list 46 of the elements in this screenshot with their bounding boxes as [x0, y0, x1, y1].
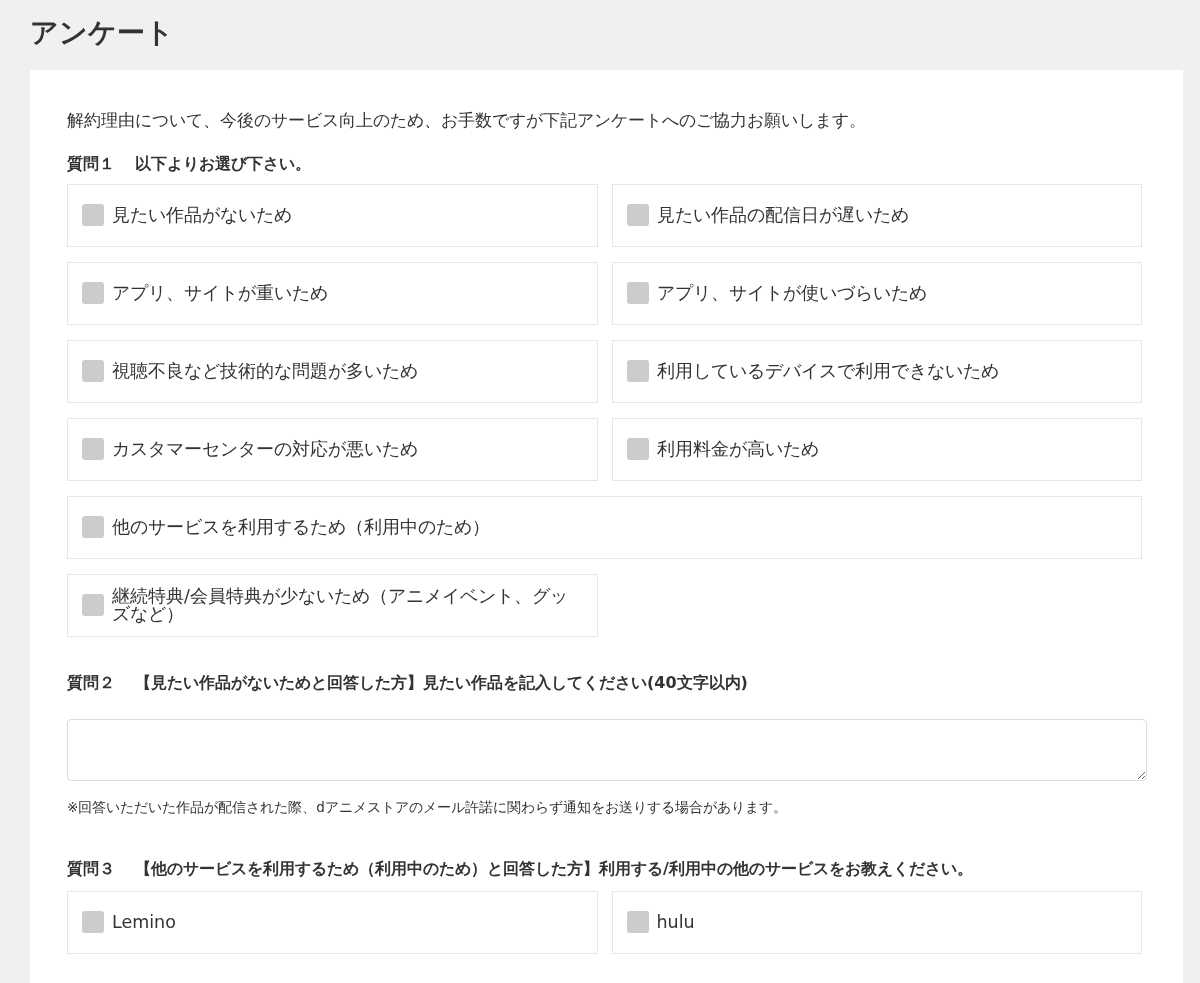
checkbox[interactable]	[82, 204, 104, 226]
answer-option[interactable]: 利用しているデバイスで利用できないため	[611, 339, 1142, 403]
option-label: hulu	[656, 913, 695, 932]
question-text: 【見たい作品がないためと回答した方】見たい作品を記入してください(40文字以内)	[135, 671, 748, 694]
answer-option[interactable]: 利用料金が高いため	[611, 417, 1142, 481]
answer-option[interactable]: アプリ、サイトが重いため	[67, 261, 598, 325]
checkbox[interactable]	[626, 204, 649, 226]
checkbox[interactable]	[626, 438, 649, 460]
option-label: 利用しているデバイスで利用できないため	[656, 362, 999, 380]
option-label: 見たい作品の配信日が遅いため	[656, 206, 909, 224]
option-label: 見たい作品がないため	[112, 206, 292, 224]
note-text: ※回答いただいた作品が配信された際、dアニメストアのメール許諾に関わらず通知をお送りする場合があります。	[67, 797, 788, 817]
checkbox[interactable]	[626, 282, 649, 304]
option-label: アプリ、サイトが重いため	[112, 284, 328, 302]
option-label: アプリ、サイトが使いづらいため	[656, 284, 927, 302]
answer-option[interactable]: hulu	[611, 890, 1142, 954]
question-text: 以下よりお選び下さい。	[135, 152, 311, 175]
answer-option[interactable]: 他のサービスを利用するため（利用中のため）	[67, 495, 1142, 559]
answer-option[interactable]: アプリ、サイトが使いづらいため	[611, 261, 1142, 325]
checkbox[interactable]	[82, 438, 104, 460]
checkbox[interactable]	[626, 911, 649, 934]
question-text: 【他のサービスを利用するため（利用中のため）と回答した方】利用する/利用中の他のサービスをお教えください。	[135, 857, 973, 880]
answer-field[interactable]	[67, 718, 1147, 781]
answer-option[interactable]: カスタマーセンターの対応が悪いため	[67, 417, 598, 481]
page-title: アンケート	[30, 15, 175, 51]
answer-option[interactable]: 見たい作品がないため	[67, 183, 598, 247]
answer-option[interactable]: 見たい作品の配信日が遅いため	[611, 183, 1142, 247]
option-label: 継続特典/会員特典が少ないため（アニメイベント、グッズなど）	[112, 587, 569, 623]
answer-option[interactable]: 継続特典/会員特典が少ないため（アニメイベント、グッズなど）	[67, 573, 598, 637]
checkbox[interactable]	[82, 594, 104, 616]
option-label: 視聴不良など技術的な問題が多いため	[112, 362, 418, 380]
answer-option[interactable]: 視聴不良など技術的な問題が多いため	[67, 339, 598, 403]
option-label: 他のサービスを利用するため（利用中のため）	[112, 518, 490, 536]
option-label: 利用料金が高いため	[656, 440, 819, 458]
checkbox[interactable]	[82, 516, 104, 538]
checkbox[interactable]	[82, 282, 104, 304]
checkbox[interactable]	[626, 360, 649, 382]
question-number: 質問１	[67, 152, 115, 175]
intro-text: 解約理由について、今後のサービス向上のため、お手数ですが下記アンケートへのご協力お願いします。	[67, 109, 867, 132]
checkbox[interactable]	[82, 360, 104, 382]
option-label: Lemino	[112, 913, 176, 932]
answer-option[interactable]: Lemino	[67, 890, 598, 954]
question-number: 質問３	[67, 857, 115, 880]
option-label: カスタマーセンターの対応が悪いため	[112, 440, 418, 458]
question-number: 質問２	[67, 671, 115, 694]
checkbox[interactable]	[82, 911, 104, 934]
